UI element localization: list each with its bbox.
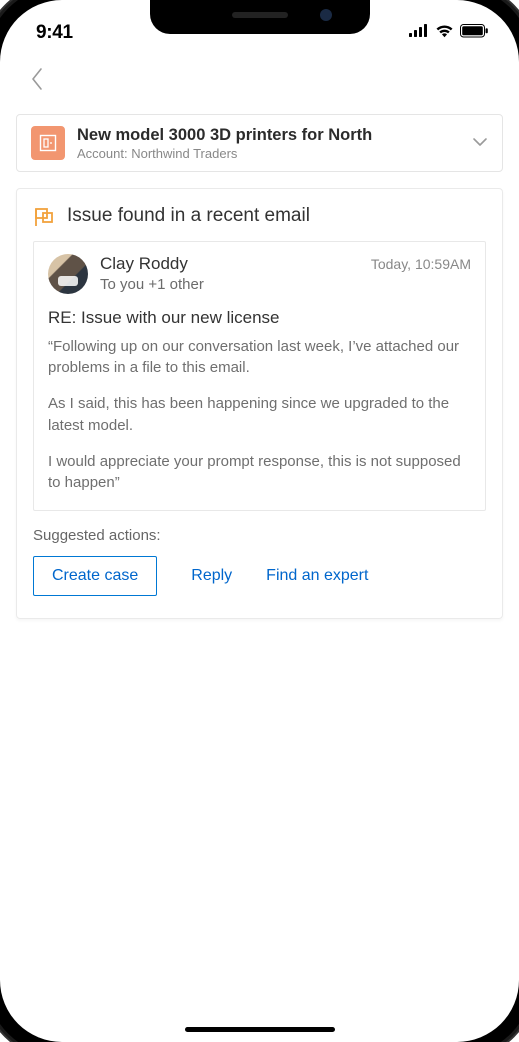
email-paragraph: “Following up on our conversation last w… — [48, 336, 471, 380]
email-paragraph: As I said, this has been happening since… — [48, 393, 471, 437]
issue-heading: Issue found in a recent email — [67, 205, 310, 227]
email-timestamp: Today, 10:59AM — [371, 256, 471, 272]
battery-icon — [460, 24, 489, 43]
phone-frame: 9:41 New model 3 — [0, 0, 519, 1042]
email-paragraph: I would appreciate your prompt response,… — [48, 451, 471, 495]
find-expert-button[interactable]: Find an expert — [266, 557, 368, 595]
avatar — [48, 254, 88, 294]
chevron-left-icon — [30, 67, 44, 96]
email-subject: RE: Issue with our new license — [48, 308, 471, 328]
front-camera — [320, 9, 332, 21]
back-button[interactable] — [22, 66, 52, 96]
chevron-down-icon — [472, 134, 488, 152]
flag-icon — [33, 205, 55, 227]
suggested-actions-label: Suggested actions: — [33, 527, 486, 544]
notch — [150, 0, 370, 34]
context-title: New model 3000 3D printers for North — [77, 125, 460, 146]
speaker-grille — [232, 12, 288, 18]
cellular-icon — [409, 24, 429, 42]
nav-bar — [16, 56, 503, 114]
context-card[interactable]: New model 3000 3D printers for North Acc… — [16, 114, 503, 172]
suggested-actions: Create case Reply Find an expert — [33, 556, 486, 596]
issue-header: Issue found in a recent email — [33, 205, 486, 227]
create-case-button[interactable]: Create case — [33, 556, 157, 596]
wifi-icon — [435, 24, 454, 43]
email-preview[interactable]: Clay Roddy Today, 10:59AM To you +1 othe… — [33, 241, 486, 512]
opportunity-icon — [31, 126, 65, 160]
home-indicator[interactable] — [185, 1027, 335, 1032]
email-body: “Following up on our conversation last w… — [48, 336, 471, 495]
status-time: 9:41 — [36, 22, 73, 44]
reply-button[interactable]: Reply — [191, 557, 232, 595]
context-text: New model 3000 3D printers for North Acc… — [77, 125, 460, 161]
issue-card: Issue found in a recent email Clay Roddy… — [16, 188, 503, 620]
screen-content: New model 3000 3D printers for North Acc… — [0, 56, 519, 619]
recipients: To you +1 other — [100, 276, 471, 293]
context-subtitle: Account: Northwind Traders — [77, 146, 460, 161]
status-icons — [409, 24, 489, 43]
sender-name: Clay Roddy — [100, 254, 188, 274]
email-meta: Clay Roddy Today, 10:59AM To you +1 othe… — [48, 254, 471, 294]
